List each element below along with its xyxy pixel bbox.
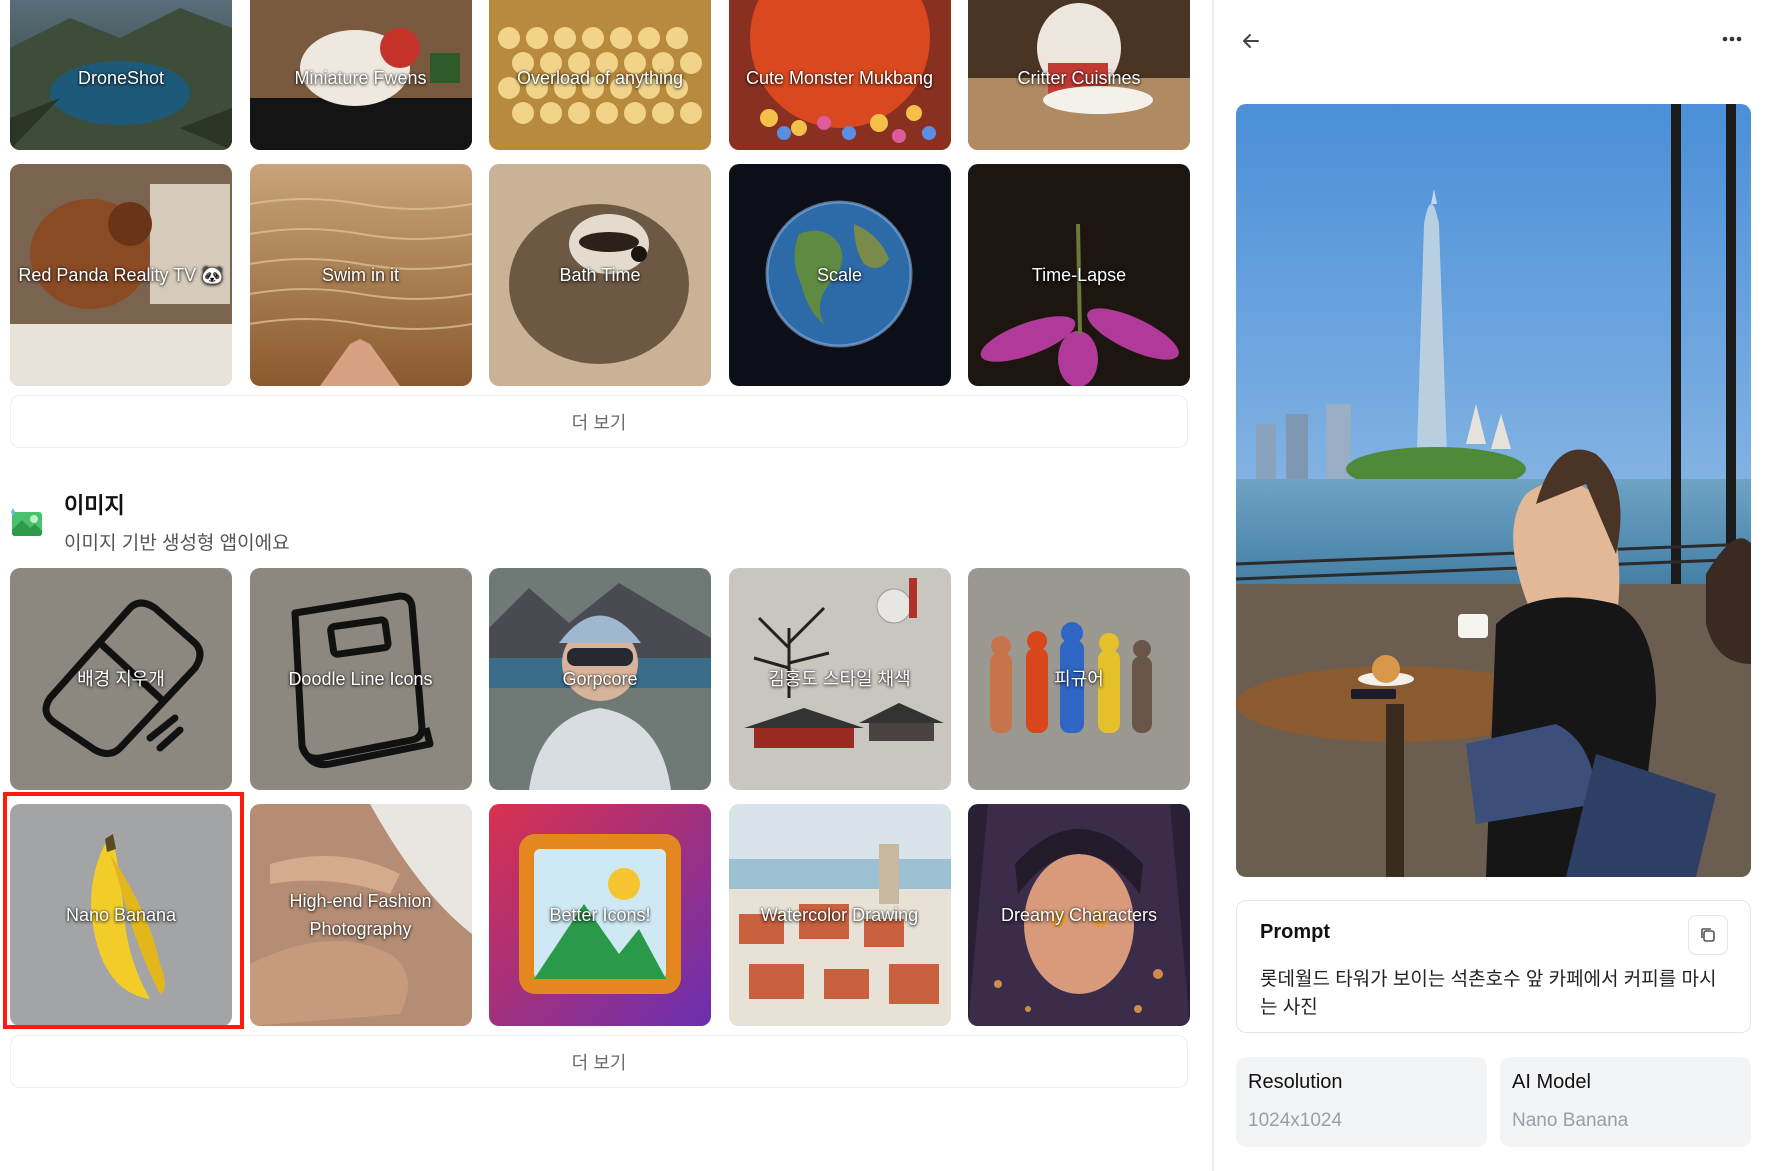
copy-icon	[1701, 928, 1715, 942]
app-card-red-panda[interactable]: Red Panda Reality TV 🐼	[10, 164, 232, 386]
app-card-overload[interactable]: Overload of anything	[489, 0, 711, 150]
resolution-label: Resolution	[1248, 1071, 1343, 1093]
app-card-label: DroneShot	[77, 68, 165, 88]
app-card-label: Scale	[816, 265, 863, 285]
generated-image-preview	[1236, 104, 1751, 877]
app-card-high-end-fashion[interactable]: High-end Fashion Photography	[249, 804, 472, 1026]
app-card-cute-monster[interactable]: Cute Monster Mukbang	[728, 0, 951, 150]
prompt-card: Prompt 롯데월드 타워가 보이는 석촌호수 앞 카페에서 커피를 마시는 …	[1236, 900, 1751, 1033]
app-card-doodle-line-icons[interactable]: Doodle Line Icons	[249, 568, 472, 790]
app-card-dreamy-characters[interactable]: Dreamy Characters	[968, 804, 1190, 1026]
app-card-label: Watercolor Drawing	[760, 905, 919, 925]
ai-model-value: Nano Banana	[1512, 1110, 1629, 1131]
section-title: 이미지	[64, 493, 125, 518]
app-card-bath-time[interactable]: Bath Time	[489, 164, 711, 386]
ai-model-card: AI Model Nano Banana	[1500, 1057, 1751, 1147]
prompt-title: Prompt	[1260, 921, 1330, 943]
app-card-label: Overload of anything	[516, 68, 684, 88]
app-card-label: 피규어	[1054, 669, 1104, 689]
image-icon	[11, 508, 42, 536]
video-app-grid: DroneShot Miniature Fwens Overload of an…	[10, 0, 1202, 386]
copy-button[interactable]	[1688, 915, 1728, 955]
app-card-label: Swim in it	[321, 265, 399, 285]
app-card-label: Red Panda Reality TV 🐼	[18, 265, 224, 285]
arrow-left-icon[interactable]	[1236, 26, 1266, 56]
detail-panel: Prompt 롯데월드 타워가 보이는 석촌호수 앞 카페에서 커피를 마시는 …	[1214, 0, 1765, 1171]
app-card-figure[interactable]: 피규어	[968, 568, 1190, 790]
app-feed: DroneShot Miniature Fwens Overload of an…	[0, 0, 1214, 1171]
show-more-button[interactable]: 더 보기	[10, 1035, 1188, 1088]
app-card-label: Critter Cuisines	[1017, 68, 1141, 88]
more-horizontal-icon[interactable]	[1716, 26, 1748, 52]
app-card-label: Cute Monster Mukbang	[745, 68, 934, 88]
show-more-button[interactable]: 더 보기	[10, 395, 1188, 448]
app-card-label: 김홍도 스타일 채색	[768, 669, 911, 689]
app-card-background-eraser[interactable]: 배경 지우개	[10, 568, 232, 790]
prompt-text: 롯데월드 타워가 보이는 석촌호수 앞 카페에서 커피를 마시는 사진	[1260, 969, 1717, 1018]
resolution-card: Resolution 1024x1024	[1236, 1057, 1487, 1147]
ai-model-label: AI Model	[1512, 1071, 1591, 1093]
app-card-miniature-fwens[interactable]: Miniature Fwens	[249, 0, 472, 150]
app-card-time-lapse[interactable]: Time-Lapse	[968, 164, 1190, 386]
app-card-label: Better Icons!	[549, 905, 651, 925]
app-card-critter-cuisines[interactable]: Critter Cuisines	[968, 0, 1190, 150]
app-card-label: Miniature Fwens	[294, 68, 427, 88]
app-card-watercolor[interactable]: Watercolor Drawing	[728, 804, 951, 1026]
app-card-scale[interactable]: Scale	[728, 164, 951, 386]
app-card-label: 배경 지우개	[77, 669, 165, 689]
app-card-label: Gorpcore	[562, 669, 638, 689]
app-card-gorpcore[interactable]: Gorpcore	[489, 568, 711, 790]
app-card-nano-banana[interactable]: Nano Banana	[10, 804, 232, 1026]
section-subtitle: 이미지 기반 생성형 앱이에요	[64, 533, 290, 554]
app-card-label: Nano Banana	[65, 905, 177, 925]
app-card-label: Bath Time	[559, 265, 641, 285]
app-card-droneshot[interactable]: DroneShot	[10, 0, 232, 150]
app-card-kimhongdo-style[interactable]: 김홍도 스타일 채색	[728, 568, 951, 790]
app-card-label: Doodle Line Icons	[288, 669, 433, 689]
app-card-label: Dreamy Characters	[1000, 905, 1158, 925]
app-card-swim-in-it[interactable]: Swim in it	[249, 164, 472, 386]
image-app-grid: 배경 지우개 Doodle Line Icons Gorpcore 김홍도 스타…	[10, 568, 1202, 1026]
app-card-label: High-end Fashion Photography	[289, 891, 432, 939]
app-card-better-icons[interactable]: Better Icons!	[489, 804, 711, 1026]
resolution-value: 1024x1024	[1248, 1110, 1343, 1131]
app-card-label: Time-Lapse	[1031, 265, 1127, 285]
image-section-header: 이미지 이미지 기반 생성형 앱이에요	[10, 492, 290, 555]
